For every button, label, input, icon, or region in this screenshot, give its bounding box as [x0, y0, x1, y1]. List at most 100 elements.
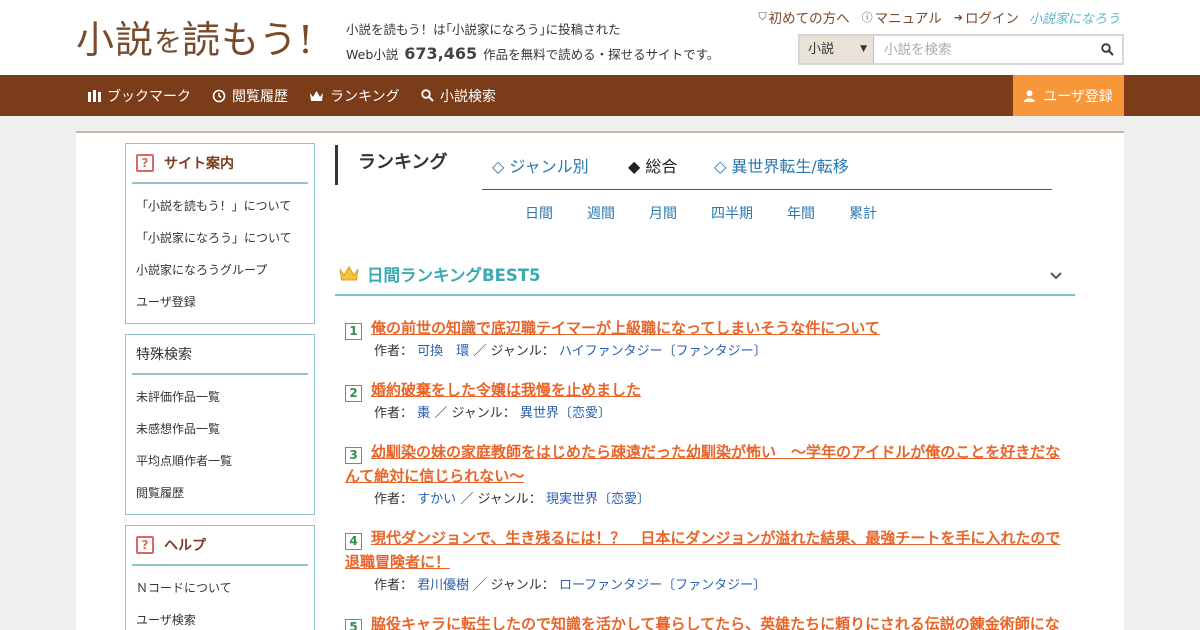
- nav-history[interactable]: 閲覧履歴: [212, 75, 288, 116]
- nav-novel-search[interactable]: 小説検索: [421, 75, 496, 116]
- rank-4-icon: 4: [345, 532, 362, 550]
- novel-meta: 作者： 棗 ／ ジャンル： 異世界〔恋愛〕: [345, 402, 1075, 426]
- genre-link[interactable]: ローファンタジー〔ファンタジー〕: [559, 578, 766, 593]
- crown-icon: [309, 90, 324, 102]
- login-link[interactable]: ➜ ログイン: [953, 7, 1019, 28]
- rank-1-icon: 1: [345, 322, 362, 340]
- site-guide-list: 「小説を読もう！」について 「小説家になろう」について 小説家になろうグループ …: [126, 184, 314, 322]
- novel-meta: 作者： すかい ／ ジャンル： 現実世界〔恋愛〕: [345, 488, 1075, 512]
- genre-link[interactable]: 異世界〔恋愛〕: [520, 406, 611, 421]
- novel-title-link[interactable]: 2 婚約破棄をした令嬢は我慢を止めました: [345, 378, 1075, 402]
- special-search-list: 未評価作品一覧 未感想作品一覧 平均点順作者一覧 閲覧履歴: [126, 375, 314, 513]
- novel-title-link[interactable]: 4 現代ダンジョンで、生き残るには！？ 日本にダンジョンが溢れた結果、最強チートを…: [345, 526, 1075, 574]
- period-yearly[interactable]: 年間: [787, 203, 815, 223]
- top-links: ⛉ 初めての方へ ⓘ マニュアル ➜ ログイン 小説家になろう: [746, 7, 1120, 27]
- genre-label: ／ ジャンル：: [473, 578, 555, 593]
- ranking-item: 3 幼馴染の妹の家庭教師をはじめたら疎遠だった幼馴染が怖い ～学年のアイドルが俺の…: [345, 440, 1075, 512]
- period-daily[interactable]: 日間: [525, 203, 553, 223]
- sidebar-item-about-narou[interactable]: 「小説家になろう」について: [136, 222, 314, 254]
- tagline-suffix: 作品を無料で読める・探せるサイトです。: [483, 47, 720, 62]
- period-monthly[interactable]: 月間: [649, 203, 677, 223]
- logo-rest: 読もう!: [182, 18, 315, 62]
- sidebar-item-unrated[interactable]: 未評価作品一覧: [136, 381, 314, 413]
- daily-ranking-section-header[interactable]: 日間ランキングBEST5: [335, 253, 1075, 296]
- author-link[interactable]: 棗: [417, 406, 430, 421]
- period-quarterly[interactable]: 四半期: [711, 203, 753, 223]
- search-icon: [1100, 43, 1114, 56]
- site-guide-title: サイト案内: [164, 156, 234, 172]
- author-label: 作者：: [374, 406, 414, 421]
- ranking-tabs: ◇ ジャンル別 ◆ 総合 ◇ 異世界転生/転移: [482, 145, 1052, 190]
- tab-overall[interactable]: ◆ 総合: [628, 153, 677, 177]
- special-search-heading: 特殊検索: [132, 335, 308, 375]
- sidebar-item-narou-group[interactable]: 小説家になろうグループ: [136, 254, 314, 286]
- author-link[interactable]: 君川優樹: [417, 578, 469, 593]
- help-heading: ? ヘルプ: [132, 526, 308, 566]
- search-type-select[interactable]: 小説 ▼: [800, 36, 874, 63]
- help-circle-icon: ⓘ: [861, 11, 873, 24]
- novel-meta: 作者： 君川優樹 ／ ジャンル： ローファンタジー〔ファンタジー〕: [345, 574, 1075, 598]
- tab-genre[interactable]: ◇ ジャンル別: [492, 153, 589, 177]
- site-header: 小説を読もう! 小説を読もう！は｢小説家になろう｣に投稿された Web小説 67…: [0, 0, 1200, 75]
- main-container: ? サイト案内 「小説を読もう！」について 「小説家になろう」について 小説家にな…: [76, 131, 1124, 630]
- sidebar-item-history[interactable]: 閲覧履歴: [136, 477, 314, 509]
- user-register-button[interactable]: ユーザ登録: [1013, 75, 1124, 116]
- tab-isekai[interactable]: ◇ 異世界転生/転移: [714, 153, 849, 177]
- sidebar-item-no-reviews[interactable]: 未感想作品一覧: [136, 413, 314, 445]
- novel-meta: 作者： 可換 環 ／ ジャンル： ハイファンタジー〔ファンタジー〕: [345, 340, 1075, 364]
- section-title: 日間ランキングBEST5: [367, 265, 541, 285]
- author-label: 作者：: [374, 578, 414, 593]
- manual-link[interactable]: ⓘ マニュアル: [862, 7, 942, 27]
- genre-link[interactable]: ハイファンタジー〔ファンタジー〕: [559, 344, 767, 359]
- sidebar-item-about-yomou[interactable]: 「小説を読もう！」について: [136, 190, 314, 222]
- search-button[interactable]: [1092, 36, 1122, 63]
- genre-label: ／ ジャンル：: [473, 344, 555, 359]
- beginners-link-label: 初めての方へ: [768, 11, 850, 27]
- novel-title-link[interactable]: 1 俺の前世の知識で底辺職テイマーが上級職になってしまいそうな件について: [345, 316, 1075, 340]
- bookmark-icon: [88, 89, 101, 102]
- nav-history-label: 閲覧履歴: [232, 88, 288, 105]
- novel-title-link[interactable]: 5 脇役キャラに転生したので知識を活かして暮らしてたら、英雄たちに頼りにされる伝説…: [345, 612, 1075, 630]
- nav-bookmark[interactable]: ブックマーク: [88, 75, 191, 116]
- tagline-line1: 小説を読もう！は｢小説家になろう｣に投稿された: [346, 22, 621, 37]
- search-type-value: 小説: [808, 42, 835, 57]
- author-link[interactable]: 可換 環: [417, 344, 469, 359]
- user-icon: [1024, 89, 1036, 102]
- crown-icon: [339, 265, 359, 282]
- genre-link[interactable]: 現実世界〔恋愛〕: [546, 492, 650, 507]
- dropdown-arrow-icon: ▼: [860, 44, 867, 54]
- help-box: ? ヘルプ Ｎコードについて ユーザ検索: [125, 525, 315, 630]
- beginners-link[interactable]: ⛉ 初めての方へ: [758, 7, 849, 27]
- sidebar-item-user-register[interactable]: ユーザ登録: [136, 286, 314, 318]
- sidebar-item-ncode[interactable]: Ｎコードについて: [136, 572, 314, 604]
- special-search-box: 特殊検索 未評価作品一覧 未感想作品一覧 平均点順作者一覧 閲覧履歴: [125, 334, 315, 515]
- history-icon: [212, 89, 226, 103]
- author-link[interactable]: すかい: [417, 492, 456, 507]
- work-count: 673,465: [404, 44, 478, 63]
- narou-brand-logo[interactable]: 小説家になろう: [1029, 8, 1120, 27]
- search-input[interactable]: [874, 36, 1092, 63]
- novel-title-link[interactable]: 3 幼馴染の妹の家庭教師をはじめたら疎遠だった幼馴染が怖い ～学年のアイドルが俺の…: [345, 440, 1075, 488]
- sidebar-item-avg-score-authors[interactable]: 平均点順作者一覧: [136, 445, 314, 477]
- site-tagline: 小説を読もう！は｢小説家になろう｣に投稿された Web小説 673,465 作品…: [346, 18, 719, 67]
- ranking-item: 4 現代ダンジョンで、生き残るには！？ 日本にダンジョンが溢れた結果、最強チートを…: [345, 526, 1075, 598]
- novel-title: 現代ダンジョンで、生き残るには！？ 日本にダンジョンが溢れた結果、最強チートを手…: [345, 529, 1061, 571]
- genre-label: ／ ジャンル：: [434, 406, 516, 421]
- chevron-down-icon[interactable]: [1049, 266, 1063, 285]
- help-icon: ?: [136, 154, 154, 172]
- novel-title: 俺の前世の知識で底辺職テイマーが上級職になってしまいそうな件について: [371, 319, 880, 337]
- rank-3-icon: 3: [345, 446, 362, 464]
- help-list: Ｎコードについて ユーザ検索: [126, 566, 314, 630]
- nav-ranking[interactable]: ランキング: [309, 75, 400, 116]
- shield-icon: ⛉: [758, 10, 767, 23]
- login-icon: ➜: [953, 10, 963, 24]
- ranking-item: 1 俺の前世の知識で底辺職テイマーが上級職になってしまいそうな件について 作者： …: [345, 316, 1075, 364]
- help-title: ヘルプ: [164, 538, 206, 554]
- sidebar-item-user-search[interactable]: ユーザ検索: [136, 604, 314, 630]
- novel-title: 幼馴染の妹の家庭教師をはじめたら疎遠だった幼馴染が怖い ～学年のアイドルが俺のこ…: [345, 443, 1061, 485]
- period-weekly[interactable]: 週間: [587, 203, 615, 223]
- genre-label: ／ ジャンル：: [460, 492, 542, 507]
- period-cumulative[interactable]: 累計: [849, 203, 877, 223]
- site-logo[interactable]: 小説を読もう!: [76, 14, 314, 62]
- site-guide-box: ? サイト案内 「小説を読もう！」について 「小説家になろう」について 小説家にな…: [125, 143, 315, 324]
